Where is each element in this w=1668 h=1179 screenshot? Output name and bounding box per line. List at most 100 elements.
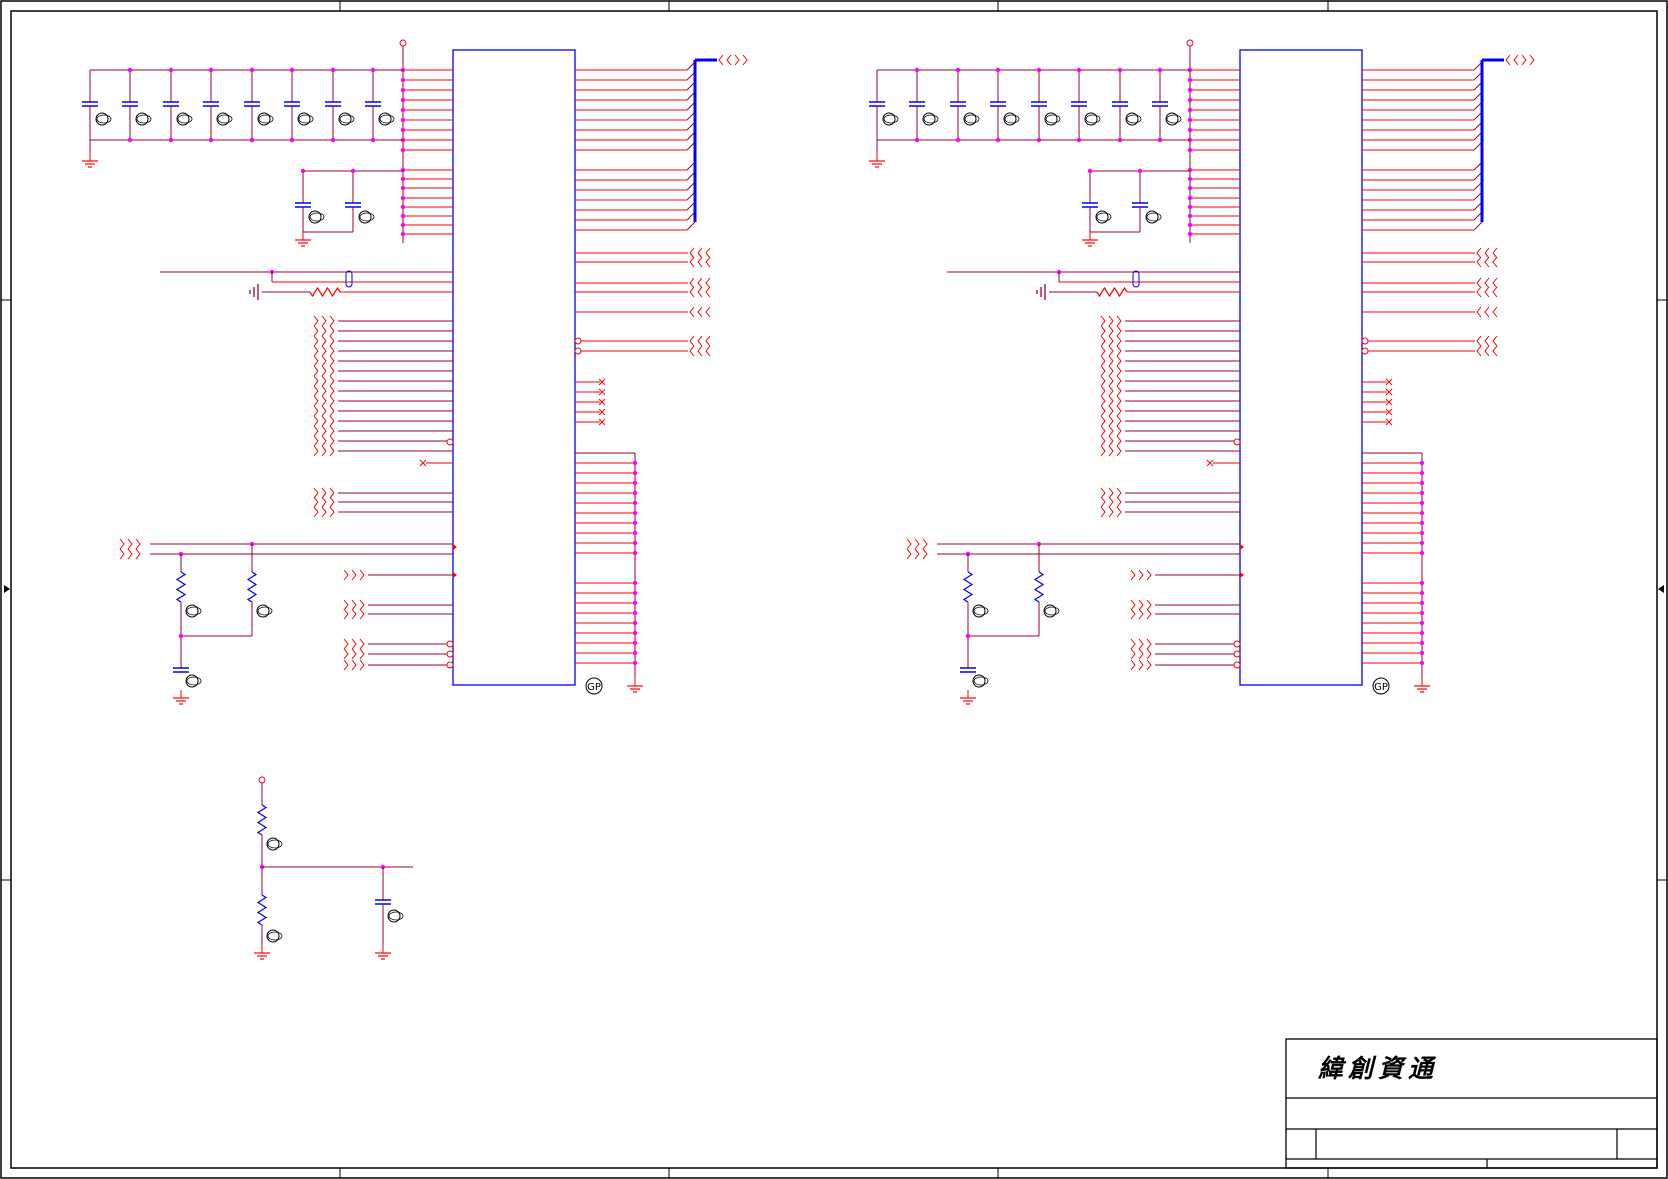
offpage-connector-icon [351,569,357,581]
offpage-connector-icon [1108,445,1114,457]
offpage-connector-icon [1108,335,1114,347]
offpage-connector-icon [1146,608,1152,620]
junction-dot [289,137,295,143]
offpage-connector-icon [119,548,125,560]
offpage-connector-icon [1100,375,1106,387]
junction-dot [1419,520,1425,526]
junction-dot [1187,195,1193,201]
offpage-connector-icon [1108,405,1114,417]
offpage-connector-icon [329,496,335,508]
junction-dot [632,530,638,536]
offpage-connector-icon [1108,345,1114,357]
offpage-connector-icon [1100,415,1106,427]
offpage-connector-icon [1108,435,1114,447]
junction-dot [400,185,406,191]
offpage-connector-icon [689,306,695,318]
resistor-icon [175,571,187,603]
offpage-connector-icon [914,548,920,560]
junction-dot [632,550,638,556]
gp-tag-icon [217,114,233,124]
offpage-connector-icon [329,435,335,447]
offpage-connector-icon [689,335,695,347]
offpage-connector-icon [1492,345,1498,357]
offpage-connector-icon [1100,496,1106,508]
offpage-connector-icon [1505,54,1511,66]
schematic-canvas: GP GP [0,0,1668,1179]
junction-dot [632,640,638,646]
pin-circle [574,347,582,355]
offpage-connector-icon [329,335,335,347]
junction-dot [914,67,920,73]
offpage-connector-icon [705,306,711,318]
offpage-connector-icon [321,496,327,508]
junction-dot [632,500,638,506]
gp-tag-icon [177,114,193,124]
junction-dot [400,176,406,182]
offpage-connector-icon [313,335,319,347]
offpage-connector-icon [697,247,703,259]
offpage-connector-icon [697,306,703,318]
gp-tag-icon [1096,212,1112,222]
offpage-connector-icon [343,599,349,611]
offpage-connector-icon [922,538,928,550]
gp-tag-icon [1045,114,1061,124]
offpage-connector-icon [1116,425,1122,437]
offpage-connector-icon [1529,54,1535,66]
bus-entry [1473,221,1483,231]
offpage-connector-icon [343,608,349,620]
gp-tag-icon [267,931,283,941]
junction-dot [965,633,971,639]
drawing-frame [0,0,1668,1179]
junction-dot [632,490,638,496]
resistor-icon [309,286,341,298]
junction-dot [1187,231,1193,237]
pin-circle [446,650,454,658]
offpage-connector-icon [1484,277,1490,289]
offpage-connector-icon [321,445,327,457]
junction-dot [400,107,406,113]
offpage-connector-icon [1138,659,1144,671]
offpage-connector-icon [1108,385,1114,397]
offpage-connector-icon [313,385,319,397]
junction-dot [1419,640,1425,646]
offpage-connector-icon [359,608,365,620]
offpage-connector-icon [1513,54,1519,66]
offpage-connector-icon [313,375,319,387]
offpage-connector-icon [119,538,125,550]
gp-tag-icon [339,114,355,124]
offpage-connector-icon [351,648,357,660]
junction-dot [400,213,406,219]
pin-circle [574,337,582,345]
offpage-connector-icon [313,506,319,518]
junction-dot [1137,168,1143,174]
gp-label: GP [1374,682,1388,693]
offpage-connector-icon [1138,599,1144,611]
junction-dot [1087,168,1093,174]
gp-tag-icon [136,114,152,124]
power-port-icon [1186,39,1194,47]
ic-body [452,49,576,686]
junction-dot [400,147,406,153]
offpage-connector-icon [1492,286,1498,298]
gp-tag-icon [298,114,314,124]
offpage-connector-icon [313,415,319,427]
offpage-connector-icon [689,247,695,259]
offpage-connector-icon [1100,445,1106,457]
junction-dot [1157,137,1163,143]
offpage-connector-icon [1476,306,1482,318]
junction-dot [168,137,174,143]
pin-circle [446,661,454,669]
offpage-connector-icon [1100,405,1106,417]
resistor-icon [962,571,974,603]
junction-dot [1419,600,1425,606]
junction-dot [370,67,376,73]
offpage-connector-icon [329,375,335,387]
junction-dot [330,67,336,73]
junction-dot [350,168,356,174]
junction-dot [632,620,638,626]
junction-dot [1419,630,1425,636]
offpage-connector-icon [718,54,724,66]
offpage-connector-icon [1116,325,1122,337]
gp-label: GP [587,682,601,693]
junction-dot [632,580,638,586]
